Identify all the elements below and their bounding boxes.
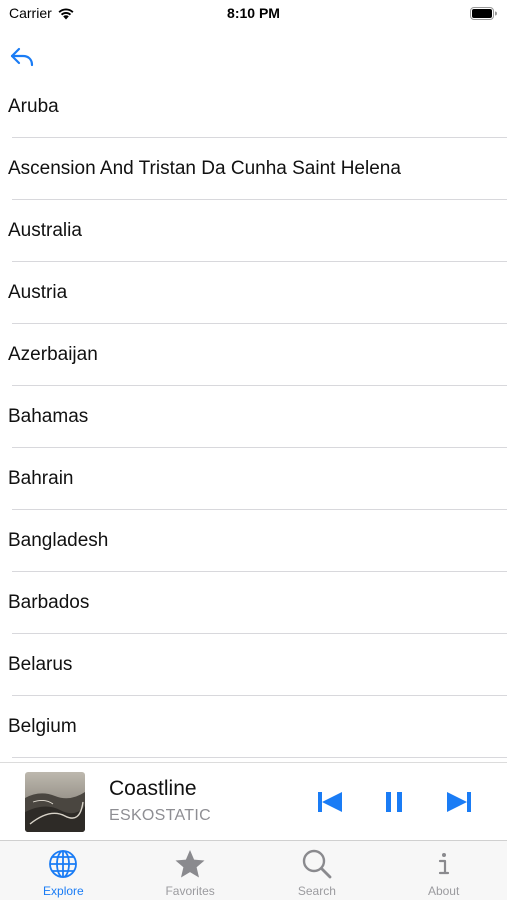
back-arrow-icon	[10, 47, 34, 67]
country-name: Ascension And Tristan Da Cunha Saint Hel…	[8, 158, 401, 179]
country-name: Barbados	[8, 592, 90, 613]
tab-label: Search	[297, 884, 336, 898]
track-title: Coastline	[109, 777, 197, 800]
previous-track-button[interactable]	[313, 785, 347, 819]
country-name: Aruba	[8, 96, 59, 117]
tab-bar: Explore Favorites Search About	[0, 840, 507, 900]
country-row[interactable]: Bahamas	[0, 386, 507, 448]
tab-explore[interactable]: Explore	[0, 841, 127, 900]
country-name: Austria	[8, 282, 68, 303]
row-separator	[12, 757, 507, 758]
status-time: 8:10 PM	[227, 5, 280, 21]
country-row[interactable]: Bangladesh	[0, 510, 507, 572]
back-button[interactable]	[8, 44, 36, 70]
battery-icon	[470, 7, 497, 20]
mini-player[interactable]: Coastline ESKOSTATIC	[0, 762, 507, 840]
country-row[interactable]: Barbados	[0, 572, 507, 634]
country-name: Azerbaijan	[8, 344, 98, 365]
skip-back-icon	[318, 792, 342, 812]
country-list[interactable]: Aruba Ascension And Tristan Da Cunha Sain…	[0, 76, 507, 762]
tab-label: About	[427, 884, 460, 898]
country-row[interactable]: Azerbaijan	[0, 324, 507, 386]
search-icon	[302, 849, 332, 879]
country-row[interactable]: Bahrain	[0, 448, 507, 510]
country-name: Australia	[8, 220, 82, 241]
country-name: Belgium	[8, 716, 77, 737]
pause-button[interactable]	[377, 785, 411, 819]
tab-label: Favorites	[165, 884, 215, 898]
track-artist: ESKOSTATIC	[109, 807, 211, 824]
info-icon	[438, 853, 449, 875]
tab-label: Explore	[43, 884, 84, 898]
country-name: Bahamas	[8, 406, 89, 427]
country-row[interactable]: Ascension And Tristan Da Cunha Saint Hel…	[0, 138, 507, 200]
skip-forward-icon	[447, 792, 471, 812]
country-row[interactable]: Belgium	[0, 696, 507, 758]
country-row[interactable]: Belarus	[0, 634, 507, 696]
globe-icon	[49, 850, 78, 878]
country-row[interactable]: Austria	[0, 262, 507, 324]
pause-icon	[386, 792, 402, 812]
tab-favorites[interactable]: Favorites	[127, 841, 254, 900]
country-name: Bangladesh	[8, 530, 109, 551]
star-icon	[175, 850, 205, 878]
album-art[interactable]	[25, 772, 85, 832]
country-name: Belarus	[8, 654, 73, 675]
country-row[interactable]: Aruba	[0, 76, 507, 138]
tab-search[interactable]: Search	[254, 841, 381, 900]
status-bar: Carrier 8:10 PM	[0, 0, 507, 30]
next-track-button[interactable]	[442, 785, 476, 819]
country-name: Bahrain	[8, 468, 74, 489]
tab-about[interactable]: About	[380, 841, 507, 900]
country-row[interactable]: Australia	[0, 200, 507, 262]
